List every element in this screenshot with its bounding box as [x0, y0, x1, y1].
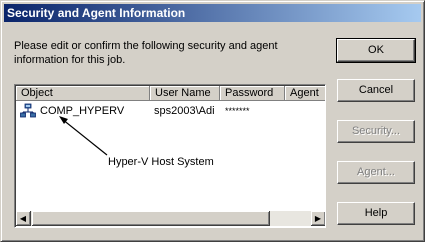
- horizontal-scrollbar[interactable]: ◀ ▶: [16, 211, 325, 226]
- agent-button-label: Agent...: [357, 166, 395, 178]
- scroll-right-arrow-icon[interactable]: ▶: [311, 211, 325, 226]
- instruction-text: Please edit or confirm the following sec…: [14, 40, 278, 66]
- help-button[interactable]: Help: [337, 202, 415, 225]
- agent-button[interactable]: Agent...: [337, 161, 415, 184]
- security-button[interactable]: Security...: [337, 120, 415, 143]
- dialog-window: Security and Agent Information Please ed…: [0, 0, 425, 242]
- dialog-title: Security and Agent Information: [4, 4, 421, 22]
- ok-button-label: OK: [368, 44, 384, 56]
- annotation-label: Hyper-V Host System: [108, 156, 214, 168]
- scrollbar-thumb[interactable]: [32, 211, 270, 226]
- help-button-label: Help: [364, 207, 388, 219]
- scroll-left-arrow-icon[interactable]: ◀: [16, 211, 31, 226]
- security-agent-list[interactable]: Object User Name Password Agent COMP_HYP…: [14, 84, 326, 228]
- cancel-button-label: Cancel: [358, 84, 394, 96]
- ok-button[interactable]: OK: [336, 38, 416, 63]
- cancel-button[interactable]: Cancel: [337, 79, 415, 102]
- security-button-label: Security...: [351, 125, 401, 137]
